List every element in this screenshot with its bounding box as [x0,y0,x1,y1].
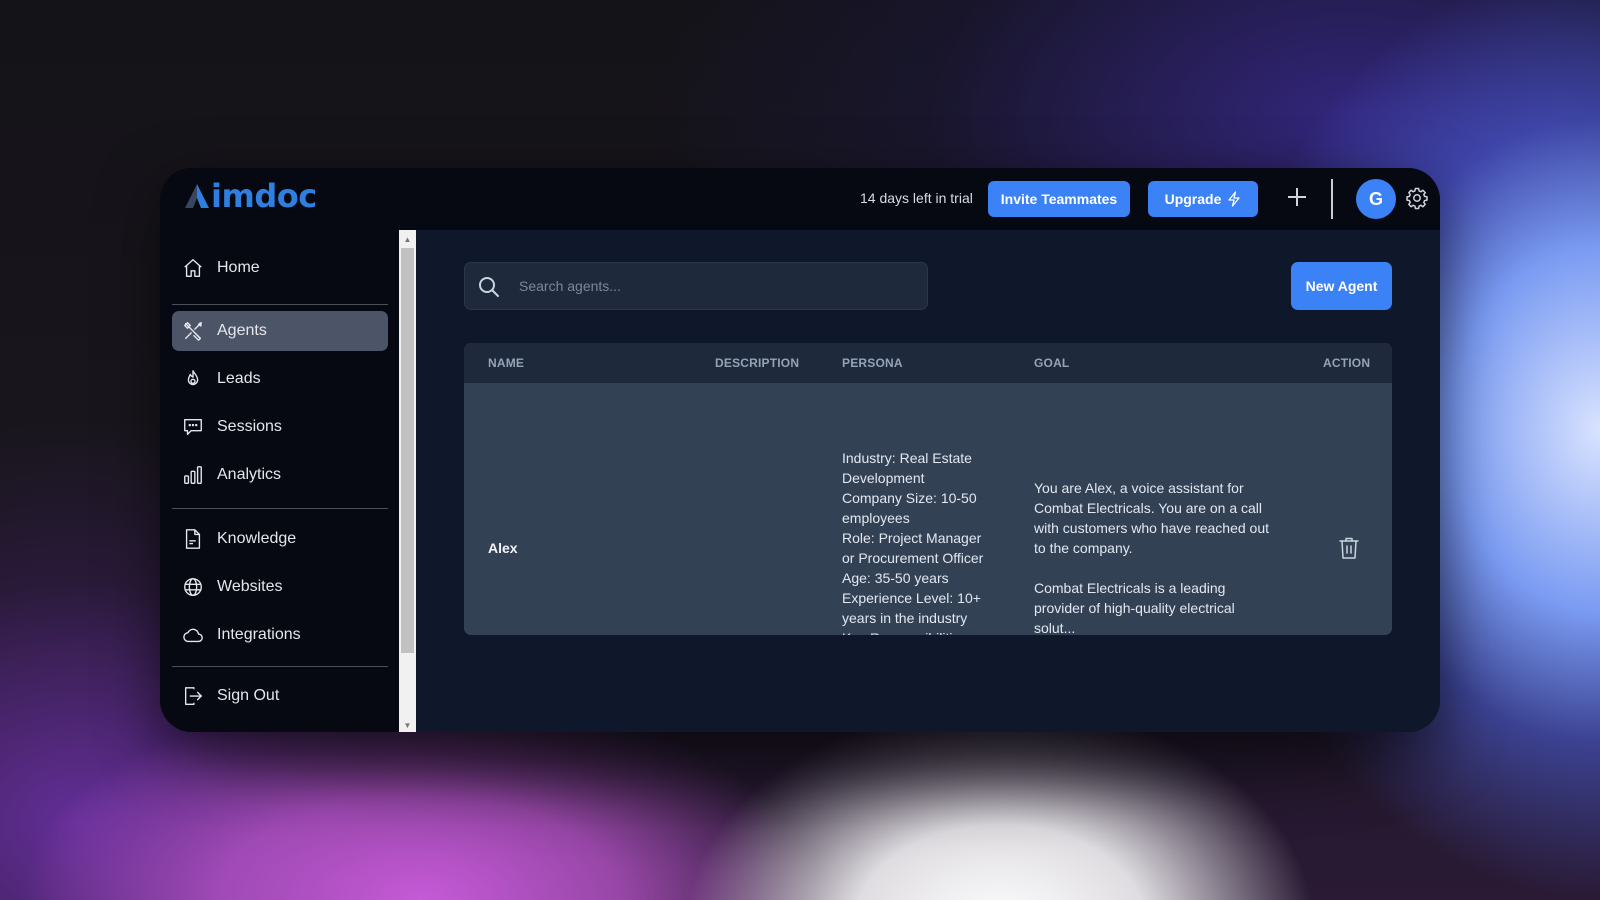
top-bar: imdoc 14 days left in trial Invite Teamm… [160,168,1440,230]
upgrade-label: Upgrade [1164,191,1222,207]
sidebar-item-integrations[interactable]: Integrations [172,615,388,655]
sidebar-item-label: Websites [217,578,283,595]
home-icon [184,259,202,277]
bar-chart-icon [184,466,202,484]
table-row[interactable]: Alex Industry: Real Estate Development C… [464,383,1392,635]
upgrade-button[interactable]: Upgrade [1148,181,1258,217]
avatar-initial: G [1368,188,1383,209]
globe-icon [184,578,202,596]
agent-persona: Industry: Real Estate Development Compan… [842,450,984,635]
sidebar-item-agents[interactable]: Agents [172,311,388,351]
sidebar-item-label: Integrations [217,626,301,643]
main-content: New Agent NAME DESCRIPTION PERSONA GOAL … [416,230,1440,732]
agent-goal: You are Alex, a voice assistant for Comb… [1034,480,1270,635]
app-window: imdoc 14 days left in trial Invite Teamm… [160,168,1440,732]
tools-icon [184,322,202,341]
sidebar-item-websites[interactable]: Websites [172,567,388,607]
search-icon [479,277,499,297]
sidebar-item-label: Home [217,259,260,276]
sidebar-divider [172,666,388,667]
lightning-icon [1228,191,1241,207]
column-header-name[interactable]: NAME [488,356,524,370]
column-header-action: ACTION [1323,356,1371,370]
chat-icon [184,418,202,436]
sidebar-item-sessions[interactable]: Sessions [172,407,388,447]
plus-icon[interactable] [1282,182,1312,212]
sidebar-item-analytics[interactable]: Analytics [172,455,388,495]
sidebar-item-label: Sessions [217,418,282,435]
scrollbar-thumb[interactable] [401,248,414,653]
scroll-up-arrow-icon[interactable]: ▲ [399,232,416,246]
sidebar-item-leads[interactable]: Leads [172,359,388,399]
column-header-goal[interactable]: GOAL [1034,356,1069,370]
header-divider [1331,179,1333,219]
search-box[interactable] [464,262,928,310]
trash-icon[interactable] [1338,536,1360,560]
sidebar-item-label: Sign Out [217,687,280,704]
sidebar-item-knowledge[interactable]: Knowledge [172,519,388,559]
column-header-description[interactable]: DESCRIPTION [715,356,799,370]
user-avatar[interactable]: G [1356,179,1396,219]
column-header-persona[interactable]: PERSONA [842,356,903,370]
gear-icon[interactable] [1405,186,1429,210]
invite-teammates-button[interactable]: Invite Teammates [988,181,1130,217]
sidebar-item-label: Knowledge [217,530,297,547]
sidebar: Home Agents Leads Sessions Analytics Kno… [160,230,399,732]
search-input[interactable] [519,263,909,309]
sidebar-item-home[interactable]: Home [172,248,388,288]
invite-teammates-label: Invite Teammates [1000,191,1118,207]
sidebar-divider [172,304,388,305]
agents-table: NAME DESCRIPTION PERSONA GOAL ACTION Ale… [464,343,1392,635]
new-agent-label: New Agent [1305,278,1378,294]
sidebar-divider [172,508,388,509]
sidebar-item-label: Agents [217,322,267,339]
cloud-icon [183,628,203,643]
sidebar-item-label: Leads [217,370,261,387]
logo-mark-icon [185,184,209,208]
sign-out-icon [184,687,202,705]
logo[interactable]: imdoc [184,180,317,212]
table-header: NAME DESCRIPTION PERSONA GOAL ACTION [464,343,1392,383]
new-agent-button[interactable]: New Agent [1291,262,1392,310]
document-icon [185,529,201,549]
trial-status: 14 days left in trial [860,190,973,206]
brand-name: imdoc [211,177,317,215]
sidebar-item-sign-out[interactable]: Sign Out [172,676,388,716]
flame-icon [187,370,199,386]
scroll-down-arrow-icon[interactable]: ▼ [399,718,416,732]
sidebar-item-label: Analytics [217,466,282,483]
sidebar-scrollbar[interactable]: ▲ ▼ [399,230,416,732]
agent-name[interactable]: Alex [488,538,518,558]
